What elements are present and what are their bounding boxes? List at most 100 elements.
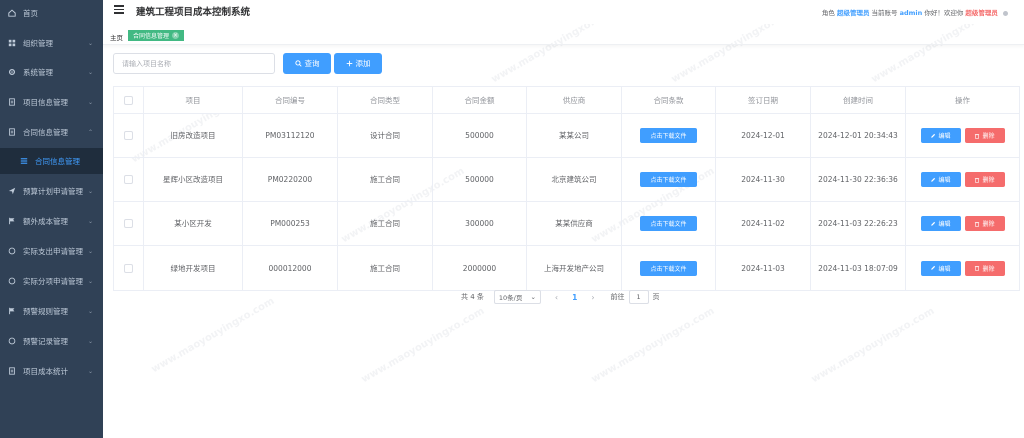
jump-suffix: 页 (652, 293, 660, 301)
signed-date-cell: 2024-11-03 (716, 246, 811, 290)
project-cell: 绿地开发项目 (144, 246, 243, 290)
sidebar-item-budget[interactable]: 预算计划申请管理 ⌄ (0, 178, 103, 204)
chevron-down-icon: ⌄ (88, 337, 94, 345)
avatar[interactable] (1003, 10, 1008, 16)
column-header: 合同金额 (433, 87, 527, 113)
sidebar-item-cost-stats[interactable]: 项目成本统计 ⌄ (0, 358, 103, 384)
edit-button[interactable]: 编辑 (920, 260, 961, 276)
sidebar-item-label: 额外成本管理 (23, 216, 68, 226)
created-time-cell: 2024-11-30 22:36:36 (811, 158, 906, 201)
select-cell (114, 202, 144, 245)
contract-type-cell: 施工合同 (338, 202, 433, 245)
sidebar-item-label: 预警记录管理 (23, 336, 68, 346)
page-number-current[interactable]: 1 (572, 293, 577, 302)
sidebar-item-alert-record[interactable]: 预警记录管理 ⌄ (0, 328, 103, 354)
sidebar-item-label: 项目成本统计 (23, 366, 68, 376)
delete-button[interactable]: 删除 (964, 216, 1005, 231)
created-time-cell: 2024-12-01 20:34:43 (811, 114, 906, 157)
sidebar-item-alert-rule[interactable]: 预警规则管理 ⌄ (0, 298, 103, 324)
edit-icon (931, 221, 936, 226)
delete-button[interactable]: 删除 (964, 260, 1005, 276)
watermark-text: www.maoyouyingxo.com (809, 305, 937, 386)
sidebar-item-contract[interactable]: 合同信息管理 ⌃ (0, 119, 103, 145)
role-label: 角色 (821, 9, 835, 17)
edit-label: 编辑 (938, 221, 951, 228)
sidebar-item-actual-sub[interactable]: 实际分项申请管理 ⌄ (0, 268, 103, 294)
column-header: 操作 (955, 95, 970, 105)
sidebar-item-project[interactable]: 项目信息管理 ⌄ (0, 89, 103, 115)
row-checkbox[interactable] (124, 219, 133, 228)
query-label: 查询 (304, 59, 320, 68)
jump-label: 前往 (610, 293, 625, 301)
contract-type-cell: 施工合同 (338, 158, 433, 201)
download-button[interactable]: 点击下载文件 (640, 260, 697, 276)
delete-button[interactable]: 删除 (964, 172, 1005, 187)
chevron-down-icon: ⌄ (88, 187, 94, 195)
sidebar-item-label: 首页 (23, 8, 38, 18)
sidebar-item-org[interactable]: 组织管理 ⌄ (0, 30, 103, 56)
sidebar-item-label: 实际分项申请管理 (23, 276, 83, 286)
table-row: 星辉小区改造项目 PM0220200 施工合同 500000 北京建筑公司 点击… (114, 158, 1019, 202)
contract-table: 项目 合同编号 合同类型 合同金额 供应商 合同条款 签订日期 创建时间 操作 … (113, 86, 1020, 291)
sidebar-item-home[interactable]: 首页 (0, 0, 103, 26)
circle-icon (8, 337, 16, 345)
next-page-button[interactable]: › (591, 293, 594, 302)
jump-input[interactable]: 1 (628, 290, 649, 304)
created-time-cell: 2024-11-03 22:26:23 (811, 202, 906, 245)
trash-icon (975, 221, 980, 227)
column-header: 合同类型 (338, 87, 433, 113)
system-title: 建筑工程项目成本控制系统 (136, 7, 251, 18)
edit-button[interactable]: 编辑 (920, 172, 961, 187)
column-header: 合同编号 (243, 87, 338, 113)
actions-cell: 编辑 删除 (906, 114, 1019, 157)
terms-cell: 点击下载文件 (622, 158, 716, 201)
sidebar-item-label: 组织管理 (23, 38, 53, 48)
chevron-down-icon: ⌄ (88, 367, 94, 375)
signed-date-cell: 2024-11-30 (716, 158, 811, 201)
download-button[interactable]: 点击下载文件 (640, 216, 697, 231)
send-icon (8, 187, 16, 195)
sidebar-item-system[interactable]: 系统管理 ⌄ (0, 59, 103, 85)
tag-home[interactable]: 主页 (110, 32, 123, 42)
supplier-cell: 北京建筑公司 (527, 158, 622, 201)
sidebar-item-actual-expense[interactable]: 实际支出申请管理 ⌄ (0, 238, 103, 264)
add-label: 添加 (355, 59, 371, 68)
chevron-down-icon: ⌄ (88, 39, 94, 47)
delete-label: 删除 (982, 221, 995, 228)
download-button[interactable]: 点击下载文件 (640, 172, 697, 187)
edit-icon (931, 133, 936, 138)
sidebar-item-label: 系统管理 (23, 67, 53, 77)
edit-icon (931, 177, 936, 182)
query-button[interactable]: 查询 (283, 53, 331, 74)
signed-date-cell: 2024-12-01 (716, 114, 811, 157)
sidebar-item-label: 预警规则管理 (23, 306, 68, 316)
hamburger-icon[interactable] (114, 5, 124, 15)
row-checkbox[interactable] (124, 175, 133, 184)
sidebar-item-label: 项目信息管理 (23, 97, 68, 107)
select-cell (114, 246, 144, 290)
delete-button[interactable]: 删除 (964, 128, 1005, 143)
select-all-checkbox[interactable] (124, 95, 133, 105)
row-checkbox[interactable] (124, 131, 133, 140)
watermark-text: www.maoyouyingxo.com (149, 295, 277, 376)
sidebar-subitem-contract[interactable]: 合同信息管理 (0, 148, 103, 174)
edit-button[interactable]: 编辑 (920, 128, 961, 143)
watermark-text: www.maoyouyingxo.com (589, 305, 717, 386)
close-icon[interactable]: × (172, 32, 180, 39)
prev-page-button[interactable]: ‹ (555, 293, 558, 302)
grid-icon (8, 39, 16, 47)
page-size-select[interactable]: 10条/页 ⌄ (493, 290, 541, 304)
sidebar-item-extra-cost[interactable]: 额外成本管理 ⌄ (0, 208, 103, 234)
download-button[interactable]: 点击下载文件 (640, 128, 697, 143)
tag-contract-info[interactable]: 合同信息管理 × (128, 30, 185, 41)
terms-cell: 点击下载文件 (622, 114, 716, 157)
edit-label: 编辑 (938, 177, 951, 184)
edit-button[interactable]: 编辑 (920, 216, 961, 231)
document-icon (8, 98, 16, 106)
chevron-down-icon: ⌄ (88, 277, 94, 285)
search-input[interactable]: 请输入项目名称 (113, 53, 275, 74)
row-checkbox[interactable] (124, 263, 133, 273)
sidebar-item-label: 预算计划申请管理 (23, 186, 83, 196)
project-cell: 星辉小区改造项目 (144, 158, 243, 201)
add-button[interactable]: 添加 (334, 53, 382, 74)
